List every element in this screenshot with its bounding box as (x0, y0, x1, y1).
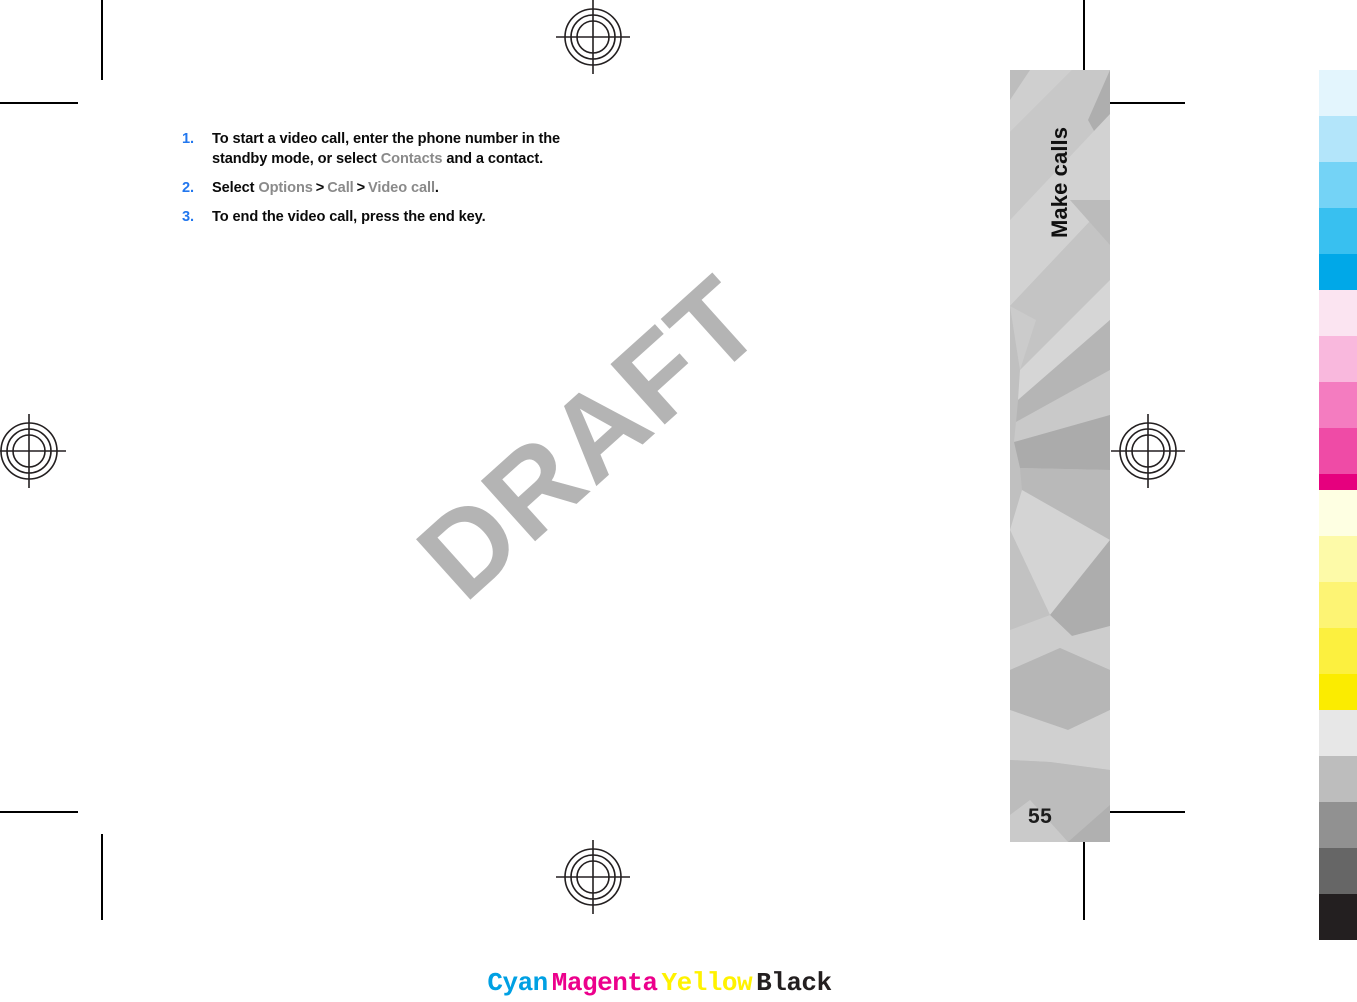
step-text: To end the video call, press the end key… (212, 208, 486, 225)
list-item: 1. To start a video call, enter the phone… (182, 130, 602, 170)
sidebar-polygon-texture (1010, 70, 1110, 842)
color-bar-group-yellow (1319, 490, 1357, 720)
crop-mark-bottom-right-horizontal (1110, 811, 1185, 813)
instruction-content: 1. To start a video call, enter the phone… (182, 130, 602, 228)
crop-mark-top-left-horizontal (0, 102, 78, 104)
color-swatch (1319, 628, 1357, 674)
color-swatch (1319, 336, 1357, 382)
list-item: 3. To end the video call, press the end k… (182, 208, 602, 228)
color-swatch (1319, 382, 1357, 428)
menu-separator: > (315, 179, 325, 196)
registration-mark-bottom (556, 840, 630, 914)
draft-watermark: DRAFT (393, 251, 787, 625)
color-name-cyan: Cyan (487, 968, 548, 998)
color-name-yellow: Yellow (661, 968, 753, 998)
crop-mark-top-left-vertical (101, 0, 103, 80)
color-swatch (1319, 756, 1357, 802)
color-swatch (1319, 70, 1357, 116)
color-swatch (1319, 162, 1357, 208)
step-number: 3. (182, 208, 194, 225)
color-swatch (1319, 802, 1357, 848)
ui-term: Options (258, 179, 313, 196)
color-name-magenta: Magenta (551, 968, 658, 998)
registration-mark-top (556, 0, 630, 74)
color-calibration-bars (1319, 0, 1357, 1002)
color-swatch (1319, 848, 1357, 894)
ui-term: Call (327, 179, 354, 196)
color-swatch (1319, 208, 1357, 254)
page-number: 55 (1028, 805, 1053, 828)
registration-mark-left (0, 414, 66, 488)
color-name-black: Black (756, 968, 832, 998)
color-separation-labels: Cyan Magenta Yellow Black (0, 968, 1319, 998)
color-swatch (1319, 116, 1357, 162)
crop-mark-top-right-horizontal (1110, 102, 1185, 104)
step-number: 1. (182, 131, 194, 147)
ui-term: Video call (368, 179, 435, 196)
step-number: 2. (182, 179, 194, 196)
chapter-sidebar: Make calls 55 (1010, 70, 1110, 842)
color-bar-group-cyan (1319, 70, 1357, 300)
color-swatch (1319, 490, 1357, 536)
registration-mark-right (1111, 414, 1185, 488)
step-text: Select (212, 179, 259, 196)
color-swatch (1319, 428, 1357, 474)
step-text: and a contact. (442, 150, 544, 167)
color-bar-group-black (1319, 710, 1357, 940)
ui-term: Contacts (380, 150, 443, 167)
color-swatch (1319, 710, 1357, 756)
color-swatch (1319, 290, 1357, 336)
color-bar-group-magenta (1319, 290, 1357, 520)
numbered-steps-list: 1. To start a video call, enter the phone… (182, 130, 602, 228)
crop-mark-bottom-right-vertical (1083, 834, 1085, 920)
color-swatch (1319, 536, 1357, 582)
color-swatch (1319, 582, 1357, 628)
step-text: . (434, 179, 439, 196)
menu-separator: > (356, 179, 366, 196)
list-item: 2. Select Options > Call > Video call. (182, 179, 602, 199)
crop-mark-bottom-left-horizontal (0, 811, 78, 813)
crop-mark-top-right-vertical (1083, 0, 1085, 80)
crop-mark-bottom-left-vertical (101, 834, 103, 920)
color-swatch (1319, 894, 1357, 940)
